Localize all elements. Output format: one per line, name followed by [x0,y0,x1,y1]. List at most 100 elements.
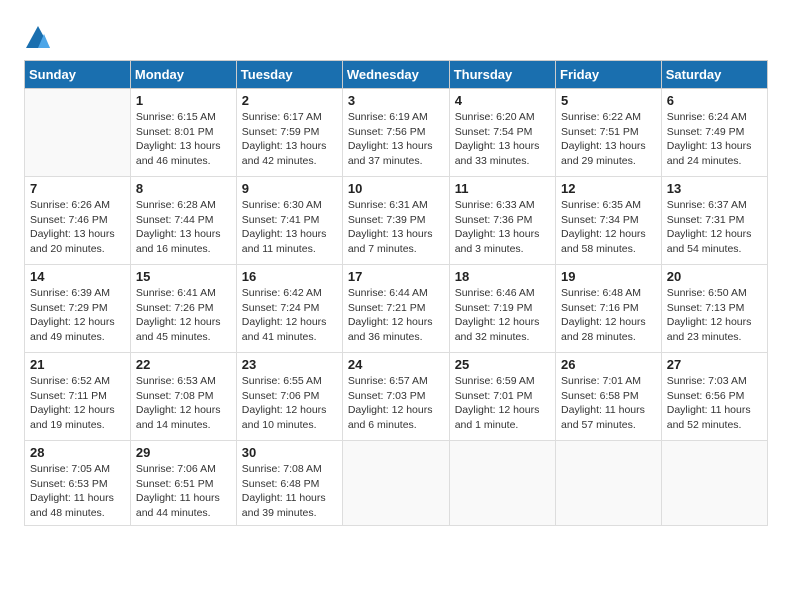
day-number: 27 [667,357,762,372]
calendar-cell: 23 Sunrise: 6:55 AMSunset: 7:06 PMDayligh… [236,353,342,441]
calendar-cell [342,441,449,526]
header-cell-friday: Friday [556,61,662,89]
week-row-5: 28 Sunrise: 7:05 AMSunset: 6:53 PMDayligh… [25,441,768,526]
day-info: Sunrise: 6:53 AMSunset: 7:08 PMDaylight:… [136,374,231,433]
calendar-cell: 4 Sunrise: 6:20 AMSunset: 7:54 PMDaylight… [449,89,555,177]
day-number: 17 [348,269,444,284]
calendar-cell: 14 Sunrise: 6:39 AMSunset: 7:29 PMDayligh… [25,265,131,353]
day-info: Sunrise: 6:24 AMSunset: 7:49 PMDaylight:… [667,110,762,169]
day-number: 14 [30,269,125,284]
header-row: SundayMondayTuesdayWednesdayThursdayFrid… [25,61,768,89]
logo-icon [24,24,52,52]
day-number: 26 [561,357,656,372]
calendar-cell: 12Sunrise: 6:35 AMSunset: 7:34 PMDayligh… [556,177,662,265]
calendar-cell [556,441,662,526]
day-number: 7 [30,181,125,196]
calendar-cell: 28 Sunrise: 7:05 AMSunset: 6:53 PMDayligh… [25,441,131,526]
day-info: Sunrise: 6:39 AMSunset: 7:29 PMDaylight:… [30,286,125,345]
week-row-2: 7Sunrise: 6:26 AMSunset: 7:46 PMDaylight… [25,177,768,265]
day-number: 20 [667,269,762,284]
calendar-cell: 6 Sunrise: 6:24 AMSunset: 7:49 PMDaylight… [661,89,767,177]
calendar-header: SundayMondayTuesdayWednesdayThursdayFrid… [25,61,768,89]
calendar-cell: 2 Sunrise: 6:17 AMSunset: 7:59 PMDaylight… [236,89,342,177]
day-info: Sunrise: 7:03 AMSunset: 6:56 PMDaylight:… [667,374,762,433]
week-row-3: 14 Sunrise: 6:39 AMSunset: 7:29 PMDayligh… [25,265,768,353]
day-info: Sunrise: 6:42 AMSunset: 7:24 PMDaylight:… [242,286,337,345]
calendar-cell: 18 Sunrise: 6:46 AMSunset: 7:19 PMDayligh… [449,265,555,353]
calendar-cell: 17Sunrise: 6:44 AMSunset: 7:21 PMDayligh… [342,265,449,353]
day-number: 11 [455,181,550,196]
day-info: Sunrise: 6:30 AMSunset: 7:41 PMDaylight:… [242,198,337,257]
header-cell-monday: Monday [130,61,236,89]
day-info: Sunrise: 7:01 AMSunset: 6:58 PMDaylight:… [561,374,656,433]
day-number: 18 [455,269,550,284]
day-number: 4 [455,93,550,108]
day-info: Sunrise: 6:15 AMSunset: 8:01 PMDaylight:… [136,110,231,169]
day-info: Sunrise: 6:28 AMSunset: 7:44 PMDaylight:… [136,198,231,257]
day-info: Sunrise: 6:19 AMSunset: 7:56 PMDaylight:… [348,110,444,169]
calendar-cell: 25 Sunrise: 6:59 AMSunset: 7:01 PMDayligh… [449,353,555,441]
calendar-cell: 11 Sunrise: 6:33 AMSunset: 7:36 PMDayligh… [449,177,555,265]
calendar-body: 1Sunrise: 6:15 AMSunset: 8:01 PMDaylight… [25,89,768,526]
day-info: Sunrise: 6:52 AMSunset: 7:11 PMDaylight:… [30,374,125,433]
calendar-cell: 10 Sunrise: 6:31 AMSunset: 7:39 PMDayligh… [342,177,449,265]
calendar-cell: 16 Sunrise: 6:42 AMSunset: 7:24 PMDayligh… [236,265,342,353]
calendar-cell: 1Sunrise: 6:15 AMSunset: 8:01 PMDaylight… [130,89,236,177]
day-info: Sunrise: 6:41 AMSunset: 7:26 PMDaylight:… [136,286,231,345]
week-row-4: 21 Sunrise: 6:52 AMSunset: 7:11 PMDayligh… [25,353,768,441]
day-number: 2 [242,93,337,108]
day-number: 30 [242,445,337,460]
calendar-cell: 24 Sunrise: 6:57 AMSunset: 7:03 PMDayligh… [342,353,449,441]
day-info: Sunrise: 7:06 AMSunset: 6:51 PMDaylight:… [136,462,231,521]
day-number: 16 [242,269,337,284]
day-number: 15 [136,269,231,284]
day-number: 10 [348,181,444,196]
calendar-cell: 27 Sunrise: 7:03 AMSunset: 6:56 PMDayligh… [661,353,767,441]
day-info: Sunrise: 6:59 AMSunset: 7:01 PMDaylight:… [455,374,550,433]
calendar-cell: 26 Sunrise: 7:01 AMSunset: 6:58 PMDayligh… [556,353,662,441]
calendar-cell: 13 Sunrise: 6:37 AMSunset: 7:31 PMDayligh… [661,177,767,265]
day-number: 22 [136,357,231,372]
header-cell-sunday: Sunday [25,61,131,89]
day-info: Sunrise: 6:48 AMSunset: 7:16 PMDaylight:… [561,286,656,345]
day-number: 21 [30,357,125,372]
calendar-cell [25,89,131,177]
day-info: Sunrise: 7:08 AMSunset: 6:48 PMDaylight:… [242,462,337,521]
day-info: Sunrise: 6:57 AMSunset: 7:03 PMDaylight:… [348,374,444,433]
day-info: Sunrise: 6:50 AMSunset: 7:13 PMDaylight:… [667,286,762,345]
day-info: Sunrise: 6:33 AMSunset: 7:36 PMDaylight:… [455,198,550,257]
day-info: Sunrise: 6:35 AMSunset: 7:34 PMDaylight:… [561,198,656,257]
calendar-cell: 19 Sunrise: 6:48 AMSunset: 7:16 PMDayligh… [556,265,662,353]
day-number: 25 [455,357,550,372]
day-info: Sunrise: 6:20 AMSunset: 7:54 PMDaylight:… [455,110,550,169]
header-cell-wednesday: Wednesday [342,61,449,89]
day-number: 23 [242,357,337,372]
day-info: Sunrise: 6:46 AMSunset: 7:19 PMDaylight:… [455,286,550,345]
day-number: 6 [667,93,762,108]
day-number: 9 [242,181,337,196]
calendar-cell [661,441,767,526]
day-number: 24 [348,357,444,372]
calendar-cell: 20 Sunrise: 6:50 AMSunset: 7:13 PMDayligh… [661,265,767,353]
calendar-cell: 5Sunrise: 6:22 AMSunset: 7:51 PMDaylight… [556,89,662,177]
day-number: 19 [561,269,656,284]
day-info: Sunrise: 6:55 AMSunset: 7:06 PMDaylight:… [242,374,337,433]
calendar-cell: 3 Sunrise: 6:19 AMSunset: 7:56 PMDaylight… [342,89,449,177]
day-info: Sunrise: 6:31 AMSunset: 7:39 PMDaylight:… [348,198,444,257]
week-row-1: 1Sunrise: 6:15 AMSunset: 8:01 PMDaylight… [25,89,768,177]
day-number: 8 [136,181,231,196]
page-header [24,20,768,52]
header-cell-saturday: Saturday [661,61,767,89]
calendar-cell: 15 Sunrise: 6:41 AMSunset: 7:26 PMDayligh… [130,265,236,353]
calendar-cell: 7Sunrise: 6:26 AMSunset: 7:46 PMDaylight… [25,177,131,265]
day-info: Sunrise: 6:22 AMSunset: 7:51 PMDaylight:… [561,110,656,169]
day-info: Sunrise: 6:17 AMSunset: 7:59 PMDaylight:… [242,110,337,169]
calendar-cell: 8 Sunrise: 6:28 AMSunset: 7:44 PMDaylight… [130,177,236,265]
day-number: 3 [348,93,444,108]
calendar-cell [449,441,555,526]
day-number: 13 [667,181,762,196]
day-info: Sunrise: 6:37 AMSunset: 7:31 PMDaylight:… [667,198,762,257]
calendar-cell: 29Sunrise: 7:06 AMSunset: 6:51 PMDayligh… [130,441,236,526]
day-number: 28 [30,445,125,460]
day-info: Sunrise: 7:05 AMSunset: 6:53 PMDaylight:… [30,462,125,521]
